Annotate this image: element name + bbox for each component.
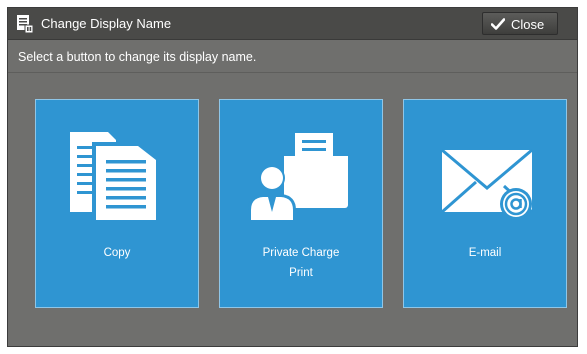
divider [8,72,577,73]
checkmark-icon [491,18,505,30]
display-name-icon [17,15,34,34]
private-charge-print-icon [248,131,348,222]
copy-tile-button[interactable]: Copy [35,99,199,308]
change-display-name-dialog: Change Display Name Close Select a butto… [7,7,578,347]
email-tile-label: E-mail [468,247,502,259]
private-charge-print-tile-button[interactable]: Private Charge Print [219,99,383,308]
close-button[interactable]: Close [482,12,558,35]
copy-documents-icon [70,132,160,224]
dialog-title: Change Display Name [41,16,172,31]
dialog-titlebar: Change Display Name Close [8,8,577,40]
email-envelope-icon [441,148,534,220]
private-charge-print-tile-label-line2: Print [289,267,313,279]
copy-tile-label: Copy [103,247,131,259]
private-charge-print-tile-label-line1: Private Charge [262,247,340,259]
email-tile-button[interactable]: E-mail [403,99,567,308]
close-button-label: Close [511,17,545,32]
instruction-text: Select a button to change its display na… [18,50,257,64]
